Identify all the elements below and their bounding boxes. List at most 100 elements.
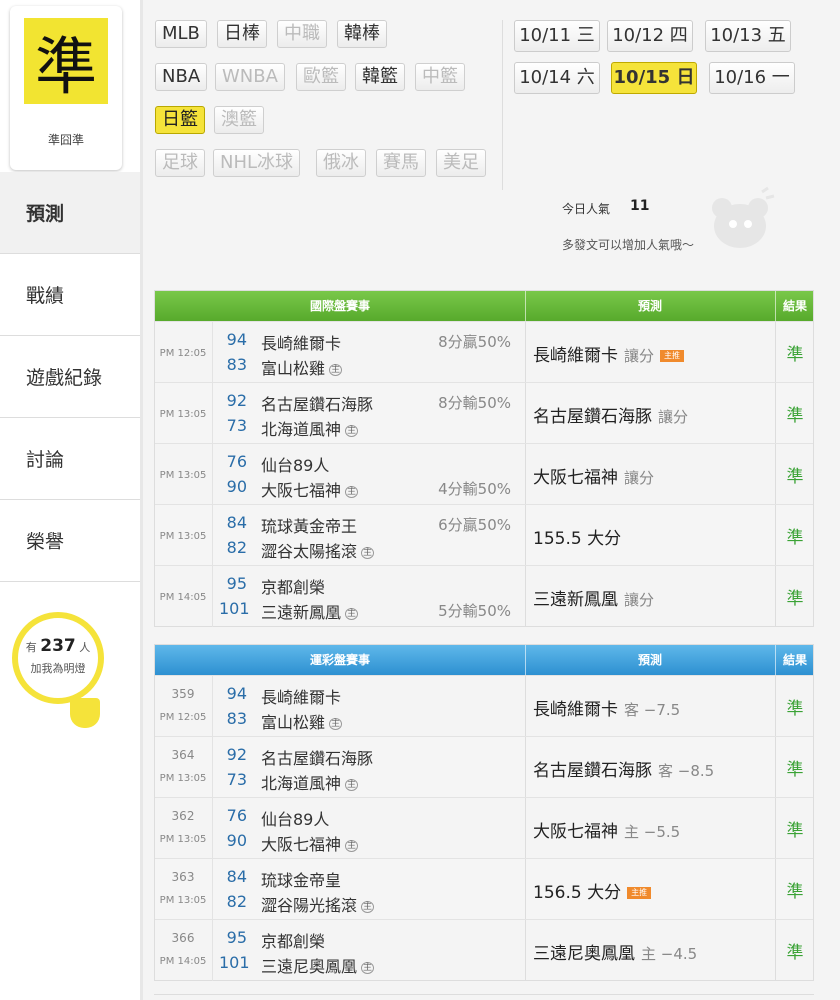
home-marker: 主 [361,901,375,913]
away-team[interactable]: 仙台89人 [261,806,329,830]
league-b-league[interactable]: 日籃 [155,106,205,134]
date-button[interactable]: 10/11 三 [514,20,600,52]
username: 準囧準 [47,133,84,147]
prediction-type: 讓分 [624,347,655,365]
nav-item-honor[interactable]: 榮譽 [0,500,140,582]
prediction-pick: 大阪七福神 [533,822,618,842]
filter-divider [502,20,503,190]
league-nbl[interactable]: 澳籃 [214,106,264,134]
away-team[interactable]: 琉球金帝皇 [261,867,341,891]
home-team[interactable]: 三遠新鳳凰主 [261,599,359,623]
result-mark: 準 [786,345,804,365]
table-row[interactable]: 362 PM 13:05 76 仙台89人 90 大阪七福神主 大阪七福神主 −… [155,797,813,859]
table-row[interactable]: 366 PM 14:05 95 京都創榮 101 三遠尼奧鳳凰主 三遠尼奧鳳凰主… [155,919,813,981]
home-marker: 主 [345,779,359,791]
nav-item-record[interactable]: 戰績 [0,254,140,336]
away-team[interactable]: 長崎維爾卡 [261,684,341,708]
away-team[interactable]: 仙台89人 [261,452,329,476]
league-euro-basketball[interactable]: 歐籃 [296,63,346,91]
profile-card[interactable]: 準 準囧準 [10,6,122,170]
game-time: PM 12:05 [159,348,207,359]
home-team[interactable]: 大阪七福神主 [261,477,359,501]
home-team[interactable]: 三遠尼奧鳳凰主 [261,953,375,977]
away-team[interactable]: 長崎維爾卡 [261,330,341,354]
table-row[interactable]: 364 PM 13:05 92 名古屋鑽石海豚 73 北海道風神主 名古屋鑽石海… [155,736,813,798]
odds-line: 5分輸50% [438,602,511,620]
header-matches: 運彩盤賽事 [309,653,370,667]
league-cpbl[interactable]: 中職 [277,20,327,48]
game-number: 364 [171,748,195,762]
league-soccer[interactable]: 足球 [155,149,205,177]
league-kbl[interactable]: 韓籃 [355,63,405,91]
game-number: 362 [171,809,195,823]
table-row[interactable]: 359 PM 12:05 94 長崎維爾卡 83 富山松雞主 長崎維爾卡客 −7… [155,675,813,737]
main-shadow [140,0,143,1000]
home-marker: 主 [329,718,343,730]
league-nfl[interactable]: 美足 [436,149,486,177]
away-team[interactable]: 京都創榮 [261,574,325,598]
home-team[interactable]: 大阪七福神主 [261,831,359,855]
home-score: 73 [226,416,247,435]
home-team[interactable]: 澀谷陽光搖滾主 [261,892,375,916]
home-team[interactable]: 北海道風神主 [261,416,359,440]
weekday-label: 六 [576,67,595,88]
mascot-icon [712,186,775,248]
home-score: 82 [226,538,247,557]
away-team[interactable]: 名古屋鑽石海豚 [261,745,373,769]
featured-badge: 主推 [660,350,685,362]
prediction: 155.5 大分 [533,524,621,549]
league-cba[interactable]: 中籃 [415,63,465,91]
odds-line: 6分贏50% [438,516,511,534]
date-button-selected[interactable]: 10/15 日 [611,62,697,94]
away-team[interactable]: 琉球黃金帝王 [261,513,357,537]
date-button[interactable]: 10/12 四 [607,20,693,52]
away-team[interactable]: 京都創榮 [261,928,325,952]
lightbulb-icon [12,612,104,704]
result-mark: 準 [786,699,804,719]
team-name: 富山松雞 [261,359,326,378]
league-horse-racing[interactable]: 賽馬 [376,149,426,177]
prediction-type: 讓分 [624,469,655,487]
game-time: PM 14:05 [159,956,207,967]
prediction-pick: 長崎維爾卡 [533,700,618,720]
table-row[interactable]: PM 13:05 76 仙台89人 90 大阪七福神主 4分輸50% 大阪七福神… [155,443,813,505]
away-score: 84 [226,867,247,886]
game-time: PM 13:05 [159,409,207,420]
table-row[interactable]: PM 13:05 92 名古屋鑽石海豚 8分輸50% 73 北海道風神主 名古屋… [155,382,813,444]
nav-item-discussion[interactable]: 討論 [0,418,140,500]
table-row[interactable]: 363 PM 13:05 84 琉球金帝皇 82 澀谷陽光搖滾主 156.5 大… [155,858,813,920]
home-team[interactable]: 北海道風神主 [261,770,359,794]
home-team[interactable]: 澀谷太陽搖滾主 [261,538,375,562]
prediction: 名古屋鑽石海豚 讓分 [533,402,688,427]
away-team[interactable]: 名古屋鑽石海豚 [261,391,373,415]
date-button[interactable]: 10/14 六 [514,62,600,94]
away-score: 94 [226,330,247,349]
table-row[interactable]: PM 12:05 94 長崎維爾卡 8分贏50% 83 富山松雞主 長崎維爾卡讓… [155,321,813,383]
league-nhl[interactable]: NHL冰球 [213,149,301,177]
nav-item-predict[interactable]: 預測 [0,172,140,254]
prediction: 三遠尼奧鳳凰主 −4.5 [533,939,697,964]
away-score: 92 [226,745,247,764]
prediction-pick: 名古屋鑽石海豚 [533,761,652,781]
next-table-edge [154,994,814,1000]
table-row[interactable]: PM 13:05 84 琉球黃金帝王 6分贏50% 82 澀谷太陽搖滾主 155… [155,504,813,566]
league-npb[interactable]: 日棒 [217,20,267,48]
table-row[interactable]: PM 14:05 95 京都創榮 101 三遠新鳳凰主 5分輸50% 三遠新鳳凰… [155,565,813,627]
league-kbo[interactable]: 韓棒 [337,20,387,48]
follow-lightbulb-button[interactable]: 有 237 人 加我為明燈 [12,612,104,732]
avatar: 準 [24,18,108,104]
fan-prefix: 有 [25,641,37,654]
away-score: 95 [226,928,247,947]
league-mlb[interactable]: MLB [155,20,207,48]
league-khl[interactable]: 俄冰 [316,149,366,177]
result-mark: 準 [786,406,804,426]
home-team[interactable]: 富山松雞主 [261,709,343,733]
home-team[interactable]: 富山松雞主 [261,355,343,379]
date-button[interactable]: 10/13 五 [705,20,791,52]
prediction: 156.5 大分 主推 [533,878,652,903]
league-nba[interactable]: NBA [155,63,208,91]
nav-item-game-log[interactable]: 遊戲紀錄 [0,336,140,418]
popularity-count: 11 [630,198,650,214]
league-wnba[interactable]: WNBA [215,63,285,91]
date-button[interactable]: 10/16 一 [709,62,795,94]
